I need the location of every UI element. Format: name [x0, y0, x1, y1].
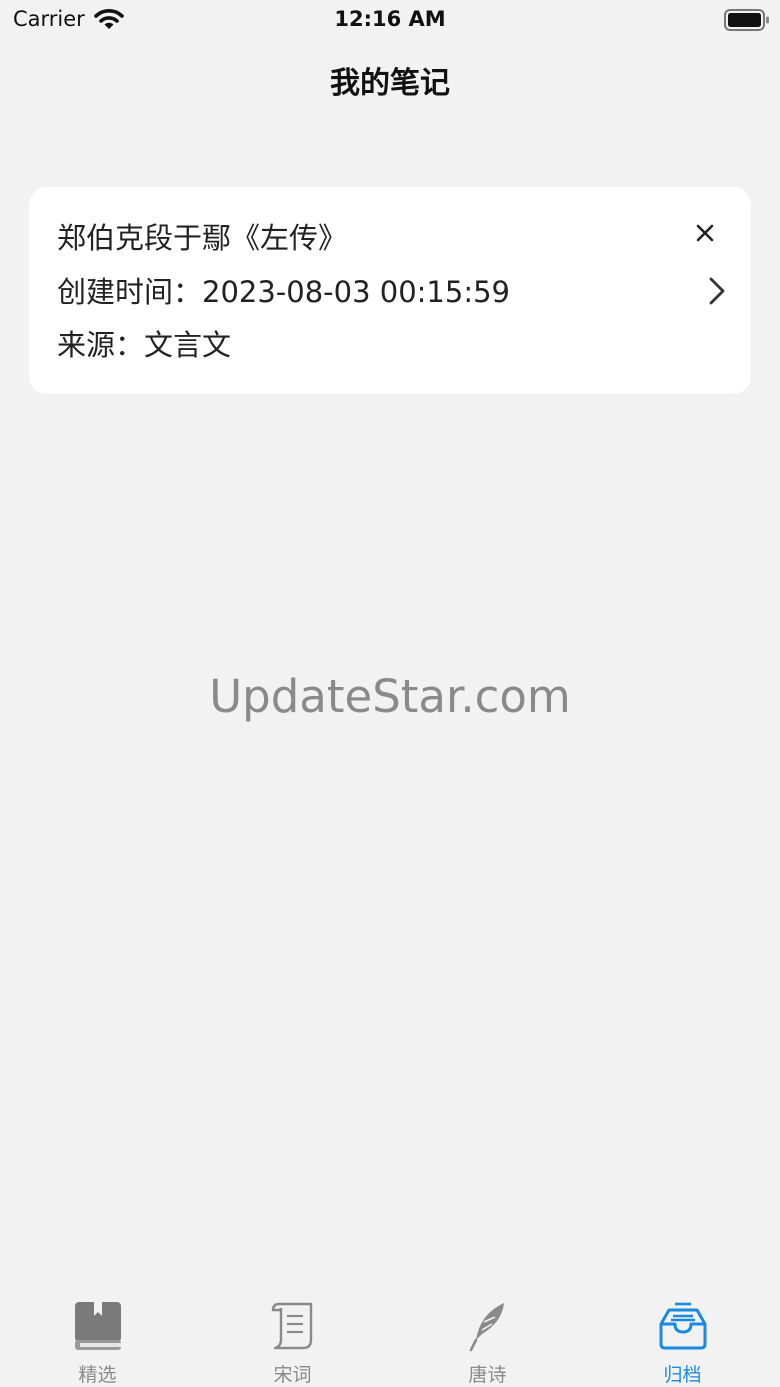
chevron-right-icon[interactable]: [705, 275, 729, 307]
note-created-time: 创建时间：2023-08-03 00:15:59: [57, 275, 510, 309]
note-card[interactable]: 郑伯克段于鄢《左传》 创建时间：2023-08-03 00:15:59 来源：文…: [29, 187, 751, 394]
tab-archive[interactable]: 归档: [585, 1290, 780, 1387]
page-title: 我的笔记: [330, 66, 450, 101]
book-icon: [75, 1302, 121, 1350]
tab-label-song-ci: 宋词: [273, 1364, 312, 1386]
tab-song-ci[interactable]: 宋词: [195, 1290, 390, 1387]
note-source: 来源：文言文: [57, 328, 232, 362]
note-title: 郑伯克段于鄢《左传》: [57, 221, 348, 255]
tab-featured[interactable]: 精选: [0, 1290, 195, 1387]
status-bar: Carrier 12:16 AM: [0, 0, 780, 40]
tab-label-archive: 归档: [663, 1364, 702, 1386]
close-icon[interactable]: [691, 219, 719, 247]
archive-tray-icon: [659, 1302, 707, 1350]
watermark-text: UpdateStar.com: [209, 670, 571, 723]
feather-icon: [469, 1303, 504, 1352]
tab-tang-poems[interactable]: 唐诗: [390, 1290, 585, 1387]
tab-label-tang-poems: 唐诗: [468, 1364, 507, 1386]
tab-label-featured: 精选: [78, 1364, 117, 1386]
tab-bar: 精选 宋词 唐诗 归档: [0, 1290, 780, 1387]
battery-icon: [724, 9, 769, 31]
status-time: 12:16 AM: [334, 7, 446, 31]
scroll-icon: [271, 1302, 313, 1350]
